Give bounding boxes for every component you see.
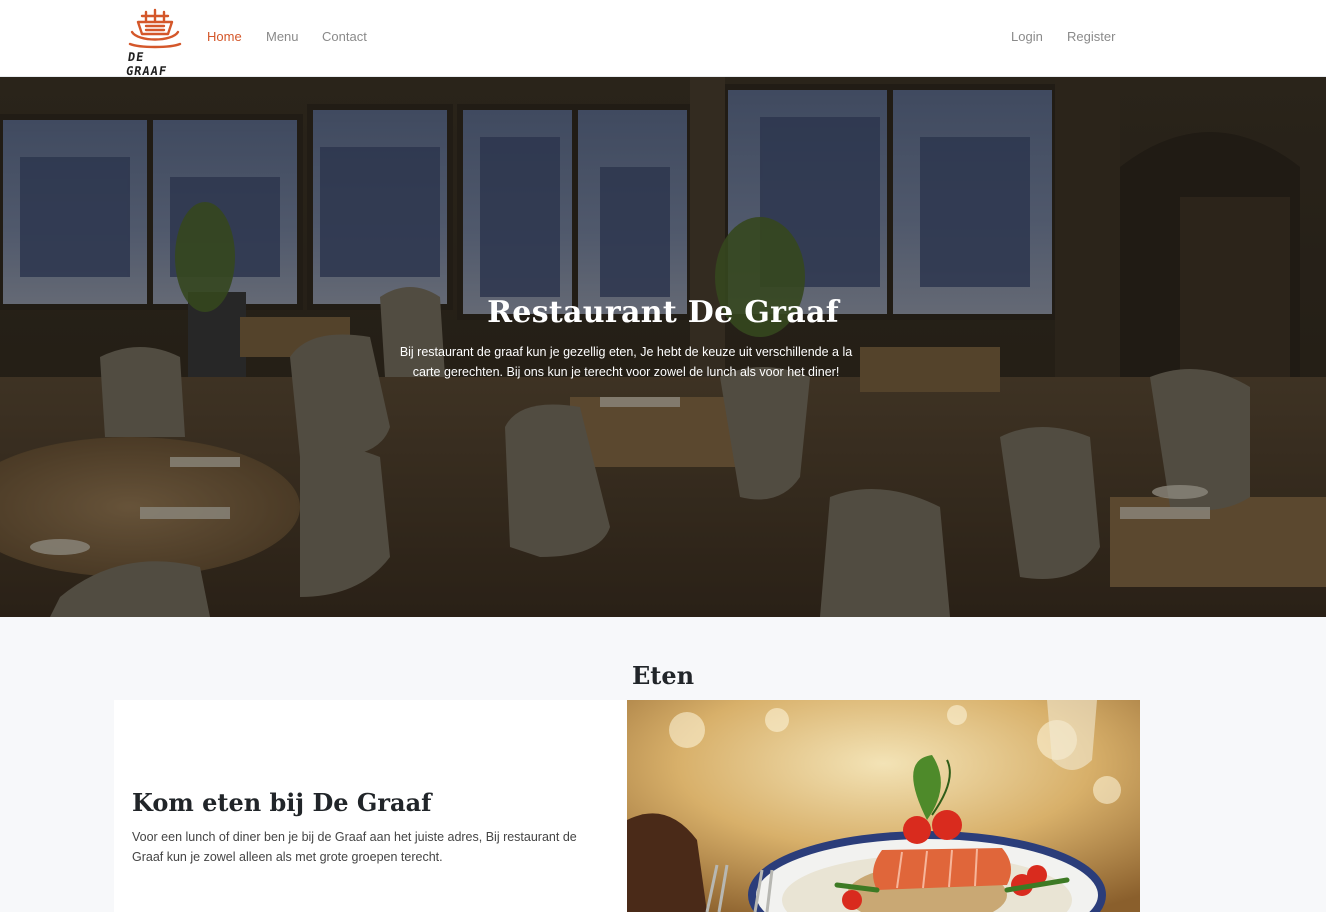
nav-link-contact[interactable]: Contact — [322, 29, 367, 44]
nav-link-menu[interactable]: Menu — [266, 29, 299, 44]
hero-title: Restaurant De Graaf — [487, 295, 839, 330]
ship-logo-icon — [128, 8, 182, 49]
info-card: Kom eten bij De Graaf Voor een lunch of … — [114, 700, 627, 912]
register-link[interactable]: Register — [1067, 29, 1115, 44]
login-link[interactable]: Login — [1011, 29, 1043, 44]
card-title: Kom eten bij De Graaf — [132, 788, 432, 817]
salmon-dish-image — [627, 700, 1140, 912]
card-text: Voor een lunch of diner ben je bij de Gr… — [132, 830, 577, 864]
hero-banner: Restaurant De Graaf Bij restaurant de gr… — [0, 77, 1326, 617]
section-title: Eten — [631, 661, 695, 690]
nav-link-home[interactable]: Home — [207, 29, 242, 44]
food-image — [627, 700, 1140, 912]
navbar: DE GRAAF Home Menu Contact Login Registe… — [0, 0, 1326, 78]
logo-text: DE GRAAF — [125, 50, 169, 78]
hero-description: Bij restaurant de graaf kun je gezellig … — [399, 345, 853, 379]
logo[interactable]: DE GRAAF — [124, 8, 186, 78]
